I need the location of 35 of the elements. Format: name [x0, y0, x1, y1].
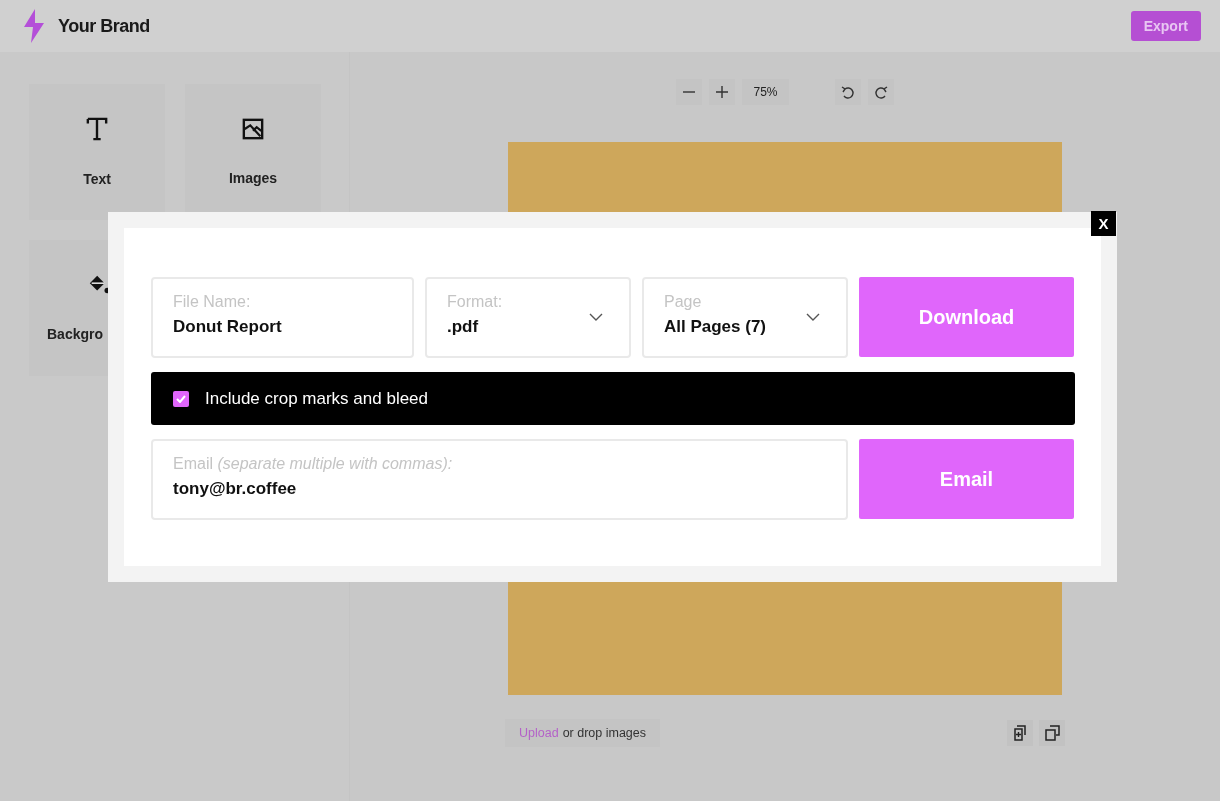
zoom-out-button[interactable] — [676, 79, 703, 105]
format-dropdown[interactable]: Format: .pdf — [425, 277, 631, 358]
field-label: File Name: — [173, 293, 252, 311]
text-icon — [86, 117, 108, 141]
plus-icon — [715, 85, 730, 99]
zoom-in-button[interactable] — [709, 79, 736, 105]
email-input[interactable]: tony@br.coffee — [173, 479, 826, 499]
tile-label: Backgro — [47, 326, 104, 342]
brand-name: Your Brand — [58, 15, 150, 37]
chevron-down-icon — [806, 313, 820, 321]
sidebar-tile[interactable]: Text — [29, 84, 165, 220]
page-dropdown[interactable]: Page All Pages (7) — [642, 277, 848, 358]
duplicate-button[interactable] — [1039, 720, 1065, 746]
field-label: Email (separate multiple with commas): — [173, 455, 454, 473]
chevron-down-icon — [589, 313, 603, 321]
file-name-input[interactable]: Donut Report — [173, 317, 392, 337]
close-button[interactable]: X — [1091, 211, 1116, 236]
checkbox[interactable] — [173, 390, 189, 407]
lightning-bolt-icon — [22, 9, 46, 43]
email-field[interactable]: Email (separate multiple with commas): tony@br.coffee — [151, 439, 848, 520]
undo-icon — [839, 84, 856, 100]
tile-label: Images — [228, 170, 278, 186]
add-page-icon — [1012, 725, 1028, 741]
upload-hint: or drop images — [562, 726, 646, 740]
checkbox-label: Include crop marks and bleed — [205, 388, 429, 409]
checkmark-icon — [176, 394, 186, 403]
redo-button[interactable] — [867, 79, 894, 105]
redo-icon — [872, 84, 889, 100]
duplicate-icon — [1044, 725, 1060, 741]
image-icon — [242, 118, 264, 140]
file-name-field[interactable]: File Name: Donut Report — [151, 277, 414, 358]
tile-label: Text — [83, 171, 111, 187]
undo-button[interactable] — [834, 79, 861, 105]
add-page-button[interactable] — [1007, 720, 1033, 746]
zoom-level: 75% — [742, 79, 789, 105]
